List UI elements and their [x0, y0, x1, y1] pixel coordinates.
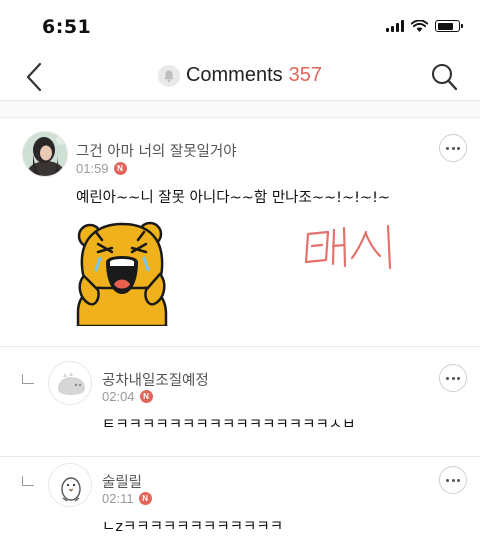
section-gap: [0, 101, 480, 117]
laughing-bear-sticker: [76, 221, 168, 326]
comment-author[interactable]: 그건 아마 너의 잘못일거야: [76, 140, 237, 161]
comment-author[interactable]: 공차내일조질예정: [102, 369, 209, 390]
comment-meta: 01:59 N: [76, 161, 127, 176]
comment-time: 02:11: [102, 491, 134, 506]
status-time: 6:51: [42, 16, 92, 38]
more-options-button[interactable]: [439, 466, 467, 494]
comment-item: 그건 아마 너의 잘못일거야 01:59 N 예린아~~니 잘못 아니다~~함 …: [0, 118, 480, 346]
comment-meta: 02:11 N: [102, 491, 152, 506]
new-badge: N: [138, 492, 152, 505]
comment-count: 357: [288, 64, 323, 86]
comment-meta: 02:04 N: [102, 389, 153, 404]
comment-text: ㄴzㅋㅋㅋㅋㅋㅋㅋㅋㅋㅋㅋㅋ: [102, 519, 284, 535]
avatar[interactable]: [48, 361, 92, 405]
new-badge: N: [113, 162, 127, 175]
handwritten-red-text: [304, 224, 392, 270]
bell-icon: [157, 64, 180, 87]
battery-icon: [435, 20, 463, 32]
status-bar: 6:51: [0, 0, 480, 56]
comment-author[interactable]: 술릴릴: [102, 471, 142, 492]
comment-time: 02:04: [102, 389, 135, 404]
reply-item: 공차내일조질예정 02:04 N ㅌㅋㅋㅋㅋㅋㅋㅋㅋㅋㅋㅋㅋㅋㅋㅋㅋㅅㅂ: [0, 347, 480, 457]
search-icon[interactable]: [430, 62, 458, 92]
reply-indicator-icon: [22, 476, 34, 486]
new-badge: N: [139, 390, 153, 403]
more-options-button[interactable]: [439, 364, 467, 392]
comment-text: 예린아~~니 잘못 아니다~~함 만나조~~!~!~!~: [76, 190, 391, 206]
more-options-button[interactable]: [439, 134, 467, 162]
comment-time: 01:59: [76, 161, 109, 176]
reply-indicator-icon: [22, 374, 34, 384]
status-icons: [386, 20, 463, 32]
wifi-icon: [411, 20, 428, 32]
page-title: Comments: [185, 64, 283, 86]
nav-title: Comments 357: [0, 64, 480, 87]
comment-text: ㅌㅋㅋㅋㅋㅋㅋㅋㅋㅋㅋㅋㅋㅋㅋㅋㅋㅅㅂ: [102, 417, 356, 433]
cellular-signal-icon: [386, 20, 404, 32]
reply-item: 술릴릴 02:11 N ㄴzㅋㅋㅋㅋㅋㅋㅋㅋㅋㅋㅋㅋ: [0, 457, 480, 554]
avatar[interactable]: [22, 131, 68, 177]
nav-bar: Comments 357: [0, 56, 480, 98]
avatar[interactable]: [48, 463, 92, 507]
